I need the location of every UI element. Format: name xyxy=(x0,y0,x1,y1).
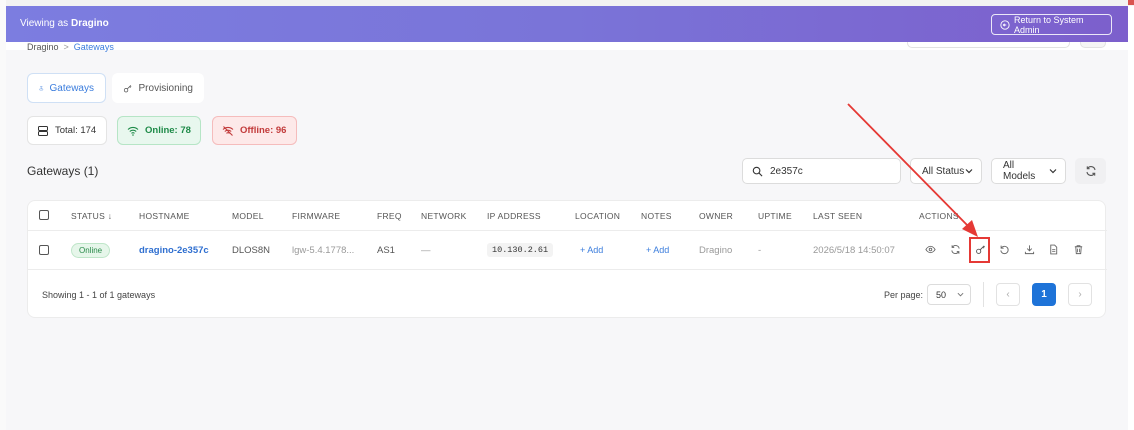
return-circle-icon xyxy=(1000,19,1010,30)
breadcrumb-separator: > xyxy=(63,42,69,52)
table-row: Online dragino-2e357c DLOS8N lgw-5.4.177… xyxy=(28,231,1107,270)
add-notes-link[interactable]: + Add xyxy=(646,245,669,255)
col-network: NETWORK xyxy=(421,211,467,221)
key-icon xyxy=(123,84,132,92)
breadcrumb: Dragino > Gateways xyxy=(27,42,114,52)
refresh-icon xyxy=(1085,166,1096,176)
freq-cell: AS1 xyxy=(377,245,395,256)
viewing-org: Dragino xyxy=(70,18,109,29)
next-page-button[interactable]: › xyxy=(1068,283,1092,306)
status-badge: Online xyxy=(71,243,111,258)
search-icon xyxy=(752,166,763,176)
hostname-link[interactable]: dragino-2e357c xyxy=(139,245,209,256)
server-icon xyxy=(38,125,48,136)
col-firmware: FIRMWARE xyxy=(292,211,341,221)
page-1-button[interactable]: 1 xyxy=(1032,283,1056,306)
chevron-down-icon xyxy=(965,169,973,174)
select-all-checkbox[interactable] xyxy=(39,210,49,220)
col-ip-address: IP ADDRESS xyxy=(487,211,541,221)
col-actions: ACTIONS xyxy=(919,211,959,221)
col-owner: OWNER xyxy=(699,211,734,221)
chevron-down-icon xyxy=(957,292,964,297)
gateways-table: STATUS ↓ HOSTNAME MODEL FIRMWARE FREQ NE… xyxy=(27,200,1107,318)
pagination-summary: Showing 1 - 1 of 1 gateways xyxy=(42,290,156,300)
sort-down-icon: ↓ xyxy=(107,211,113,221)
return-to-system-admin-button[interactable]: Return to System Admin xyxy=(991,14,1112,35)
col-status[interactable]: STATUS ↓ xyxy=(71,211,112,221)
sync-action[interactable] xyxy=(948,242,962,256)
network-cell: — xyxy=(421,245,431,256)
logs-action[interactable] xyxy=(1046,242,1060,256)
window-control-mark xyxy=(1128,0,1134,5)
eye-icon xyxy=(924,245,936,253)
wifi-icon xyxy=(127,126,139,136)
col-notes: NOTES xyxy=(641,211,672,221)
col-location: LOCATION xyxy=(575,211,621,221)
header-button-remnant xyxy=(1080,42,1106,48)
refresh-icon xyxy=(950,244,960,254)
impersonation-banner: Viewing as Dragino Return to System Admi… xyxy=(6,6,1128,42)
gateway-icon xyxy=(39,85,44,90)
header-search-remnant xyxy=(907,42,1070,48)
ip-address-cell: 10.130.2.61 xyxy=(487,243,554,257)
firmware-cell: lgw-5.4.1778... xyxy=(292,245,355,256)
add-location-link[interactable]: + Add xyxy=(580,245,603,255)
last-seen-cell: 2026/5/18 14:50:07 xyxy=(813,245,895,256)
row-checkbox[interactable] xyxy=(39,245,49,255)
tab-provisioning[interactable]: Provisioning xyxy=(112,73,204,103)
view-action[interactable] xyxy=(923,242,937,256)
col-freq: FREQ xyxy=(377,211,402,221)
owner-cell: Dragino xyxy=(699,245,733,256)
search-box[interactable] xyxy=(742,158,901,184)
stat-total[interactable]: Total: 174 xyxy=(27,116,107,145)
tab-gateways[interactable]: Gateways xyxy=(27,73,106,103)
stat-online[interactable]: Online: 78 xyxy=(117,116,201,145)
wifi-off-icon xyxy=(222,125,234,136)
model-cell: DLOS8N xyxy=(232,245,271,256)
viewing-as-text: Viewing as Dragino xyxy=(20,18,109,29)
file-icon xyxy=(1049,244,1057,254)
col-hostname: HOSTNAME xyxy=(139,211,190,221)
trash-icon xyxy=(1074,244,1082,254)
delete-action[interactable] xyxy=(1071,242,1085,256)
prev-page-button[interactable]: ‹ xyxy=(996,283,1020,306)
per-page-select[interactable]: 50 xyxy=(927,284,971,305)
pagination-divider xyxy=(983,282,984,307)
stat-offline[interactable]: Offline: 96 xyxy=(212,116,297,145)
per-page-label: Per page: xyxy=(884,290,924,300)
refresh-button[interactable] xyxy=(1075,158,1106,184)
download-icon xyxy=(1024,244,1034,254)
undo-icon xyxy=(999,245,1009,254)
col-last-seen: LAST SEEN xyxy=(813,211,863,221)
download-action[interactable] xyxy=(1022,242,1036,256)
table-header: STATUS ↓ HOSTNAME MODEL FIRMWARE FREQ NE… xyxy=(28,201,1107,231)
col-uptime: UPTIME xyxy=(758,211,792,221)
status-filter-select[interactable]: All Status xyxy=(910,158,982,184)
breadcrumb-root[interactable]: Dragino xyxy=(27,42,59,52)
model-filter-select[interactable]: All Models xyxy=(991,158,1066,184)
section-title: Gateways (1) xyxy=(27,164,99,178)
search-input[interactable] xyxy=(770,165,890,177)
col-model: MODEL xyxy=(232,211,264,221)
breadcrumb-current: Gateways xyxy=(73,42,114,52)
reboot-action[interactable] xyxy=(997,242,1011,256)
uptime-cell: - xyxy=(758,245,762,256)
annotation-highlight-box xyxy=(969,237,990,263)
chevron-down-icon xyxy=(1049,169,1057,174)
